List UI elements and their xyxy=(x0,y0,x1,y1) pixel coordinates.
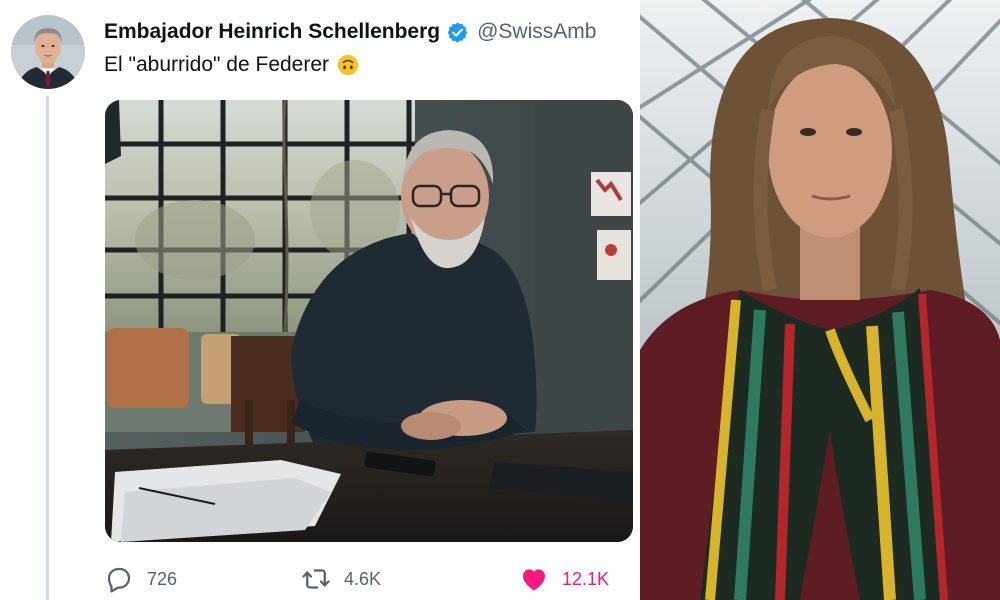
retweet-button[interactable]: 4.6K xyxy=(301,562,381,596)
media-scene-image xyxy=(105,100,633,542)
tweet-card: Embajador Heinrich Schellenberg @SwissAm… xyxy=(0,0,640,600)
tweet-body: El "aburrido" de Federer xyxy=(104,53,330,76)
tweet-text: El "aburrido" de Federer xyxy=(104,53,359,77)
reply-button[interactable]: 726 xyxy=(104,562,177,596)
author-handle[interactable]: @SwissAmb xyxy=(477,20,596,44)
like-button[interactable]: 12.1K xyxy=(519,562,609,596)
author-display-name[interactable]: Embajador Heinrich Schellenberg xyxy=(104,20,440,44)
side-photo-scene-image xyxy=(640,0,1000,600)
avatar-portrait-image xyxy=(11,15,85,89)
tweet-header: Embajador Heinrich Schellenberg @SwissAm… xyxy=(104,17,640,47)
retweet-icon xyxy=(302,569,330,589)
retweet-count: 4.6K xyxy=(344,568,382,589)
tweet-actions-bar: 726 4.6K 12.1K xyxy=(104,562,640,596)
side-photo xyxy=(640,0,1000,600)
reply-icon xyxy=(107,567,131,593)
heart-icon xyxy=(523,569,545,591)
upside-down-face-emoji-icon xyxy=(337,54,359,76)
thread-connector-line xyxy=(46,96,49,600)
verified-badge-icon xyxy=(447,21,468,43)
tweet-media-photo[interactable] xyxy=(105,100,633,542)
like-count: 12.1K xyxy=(562,568,610,589)
reply-count: 726 xyxy=(147,568,178,589)
author-avatar[interactable] xyxy=(11,15,85,89)
